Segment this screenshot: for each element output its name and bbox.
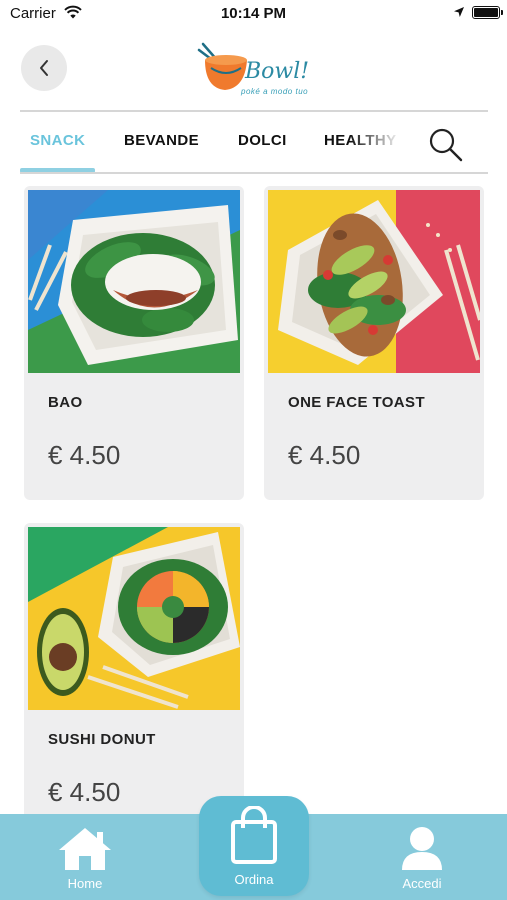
product-name: SUSHI DONUT <box>48 731 156 748</box>
search-icon[interactable] <box>425 124 465 164</box>
location-arrow-icon <box>454 7 464 17</box>
tab-bevande[interactable]: BEVANDE <box>124 132 199 149</box>
tab-healthy[interactable]: HEALTHY <box>324 132 397 149</box>
product-price: € 4.50 <box>288 440 361 470</box>
nav-login[interactable]: Accedi <box>372 814 472 900</box>
category-tabs: SNACK BEVANDE DOLCI HEALTHY <box>20 112 488 174</box>
product-card-one-face-toast[interactable]: ONE FACE TOAST € 4.50 <box>264 186 484 500</box>
sushi-donut-photo <box>28 527 240 710</box>
status-bar: Carrier 10:14 PM <box>0 0 507 30</box>
clock: 10:14 PM <box>220 5 287 22</box>
product-card-bao[interactable]: BAO € 4.50 <box>24 186 244 500</box>
product-price: € 4.50 <box>48 777 121 807</box>
chevron-left-icon <box>40 60 48 76</box>
nav-login-label: Accedi <box>402 876 442 891</box>
user-icon <box>402 827 442 870</box>
order-button-label: Ordina <box>234 872 274 887</box>
product-name: ONE FACE TOAST <box>288 394 426 411</box>
logo-tagline: poké a modo tuo <box>241 87 309 96</box>
shopping-bag-icon <box>231 806 277 864</box>
avocado-toast-photo <box>268 190 480 373</box>
order-button[interactable]: Ordina <box>199 796 309 896</box>
tab-dolci[interactable]: DOLCI <box>238 132 287 149</box>
tabs-divider <box>20 172 488 174</box>
svg-text:Bowl!: Bowl! <box>244 59 309 84</box>
nav-home-label: Home <box>67 876 103 891</box>
product-name: BAO <box>48 394 83 411</box>
home-icon <box>59 828 111 870</box>
battery-icon <box>472 6 503 19</box>
back-button[interactable] <box>21 45 67 91</box>
product-card-sushi-donut[interactable]: SUSHI DONUT € 4.50 <box>24 523 244 837</box>
product-price: € 4.50 <box>48 440 121 470</box>
tab-snack[interactable]: SNACK <box>30 132 85 149</box>
nav-home[interactable]: Home <box>35 814 135 900</box>
bao-photo <box>28 190 240 373</box>
